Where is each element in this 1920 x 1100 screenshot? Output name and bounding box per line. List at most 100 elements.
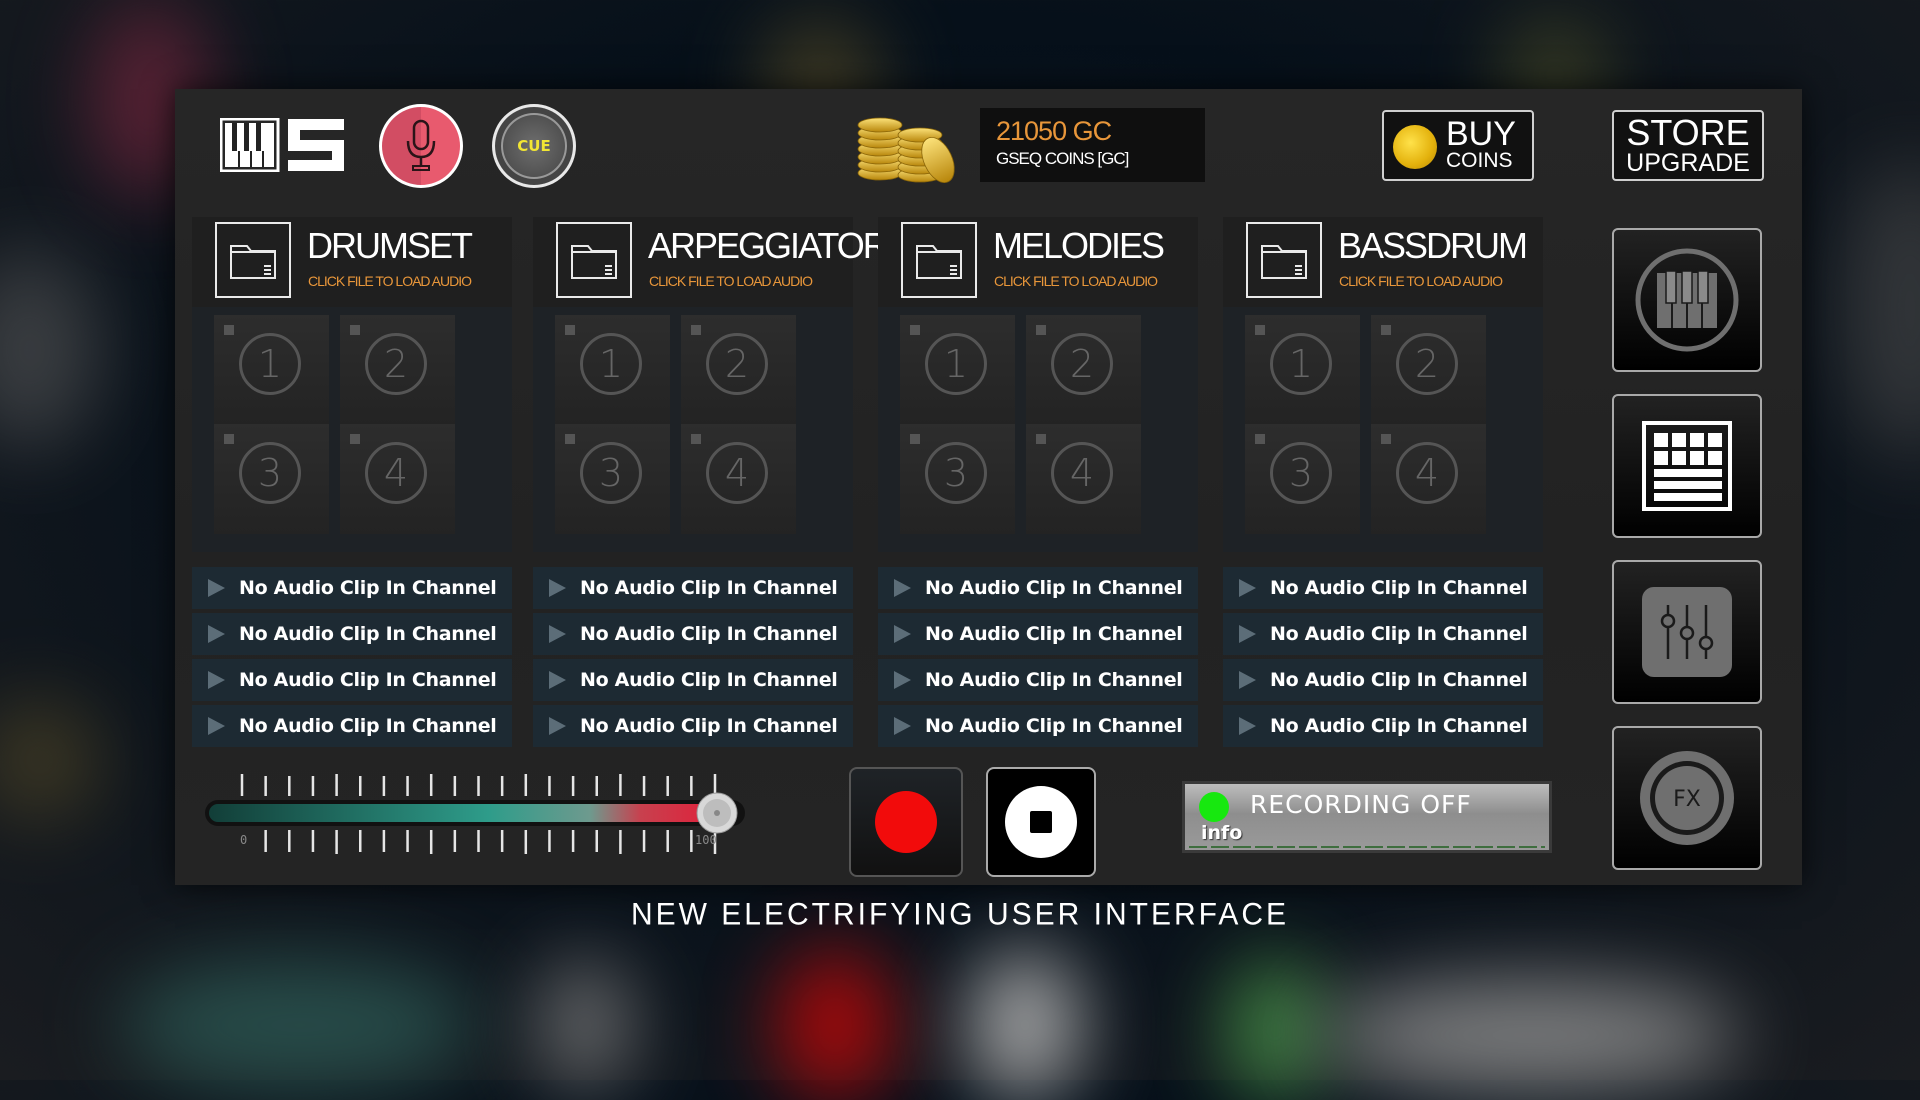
play-icon[interactable] [1239, 671, 1256, 689]
pad-3[interactable]: 3 [900, 424, 1015, 534]
load-file-button[interactable] [556, 222, 632, 298]
mixer-button[interactable] [1612, 560, 1762, 704]
pad-led [1381, 325, 1391, 335]
play-icon[interactable] [208, 579, 225, 597]
backdrop-blur-teal [120, 960, 480, 1090]
play-icon[interactable] [894, 625, 911, 643]
load-file-button[interactable] [215, 222, 291, 298]
stop-button[interactable] [986, 767, 1096, 877]
pad-number: 4 [1051, 442, 1113, 504]
pad-4[interactable]: 4 [1371, 424, 1486, 534]
play-icon[interactable] [1239, 625, 1256, 643]
clip-row[interactable]: No Audio Clip In Channel [192, 659, 512, 701]
clip-label: No Audio Clip In Channel [1270, 715, 1528, 737]
play-icon[interactable] [894, 717, 911, 735]
clip-row[interactable]: No Audio Clip In Channel [878, 705, 1198, 747]
pad-grid: 1 2 3 4 [1223, 307, 1543, 552]
clip-row[interactable]: No Audio Clip In Channel [192, 613, 512, 655]
pad-1[interactable]: 1 [1245, 315, 1360, 425]
folder-icon [1261, 245, 1307, 279]
clip-row[interactable]: No Audio Clip In Channel [1223, 705, 1543, 747]
fx-button[interactable]: FX [1612, 726, 1762, 870]
buy-coins-line1: BUY [1446, 115, 1516, 153]
backdrop-blur-grey [0, 250, 100, 450]
pad-3[interactable]: 3 [1245, 424, 1360, 534]
pad-3[interactable]: 3 [214, 424, 329, 534]
clip-row[interactable]: No Audio Clip In Channel [533, 705, 853, 747]
folder-icon [571, 245, 617, 279]
play-icon[interactable] [208, 671, 225, 689]
pad-grid: 1 2 3 4 [533, 307, 853, 552]
store-upgrade-button[interactable]: STORE UPGRADE [1612, 110, 1764, 181]
clip-label: No Audio Clip In Channel [1270, 669, 1528, 691]
pad-1[interactable]: 1 [214, 315, 329, 425]
pad-2[interactable]: 2 [681, 315, 796, 425]
clip-row[interactable]: No Audio Clip In Channel [878, 659, 1198, 701]
pad-led [350, 325, 360, 335]
pad-3[interactable]: 3 [555, 424, 670, 534]
clip-row[interactable]: No Audio Clip In Channel [533, 613, 853, 655]
pad-2[interactable]: 2 [1371, 315, 1486, 425]
buy-coins-button[interactable]: BUY COINS [1382, 110, 1534, 181]
play-icon[interactable] [208, 625, 225, 643]
pad-4[interactable]: 4 [1026, 424, 1141, 534]
pad-led [910, 434, 920, 444]
channel-drumset: DRUMSET CLICK FILE TO LOAD AUDIO 1 2 3 4… [192, 217, 512, 752]
pad-number: 1 [1270, 333, 1332, 395]
backdrop-blur-red [780, 950, 890, 1100]
clip-label: No Audio Clip In Channel [580, 577, 838, 599]
clip-row[interactable]: No Audio Clip In Channel [192, 705, 512, 747]
clip-label: No Audio Clip In Channel [239, 669, 497, 691]
clip-row[interactable]: No Audio Clip In Channel [878, 613, 1198, 655]
pad-number: 4 [1396, 442, 1458, 504]
pad-grid-button[interactable] [1612, 394, 1762, 538]
pad-1[interactable]: 1 [555, 315, 670, 425]
clip-label: No Audio Clip In Channel [1270, 623, 1528, 645]
load-file-button[interactable] [901, 222, 977, 298]
play-icon[interactable] [894, 671, 911, 689]
cue-button[interactable]: CUE [492, 104, 576, 188]
pad-number: 1 [580, 333, 642, 395]
clip-label: No Audio Clip In Channel [580, 715, 838, 737]
promo-caption: NEW ELECTRIFYING USER INTERFACE [630, 897, 1290, 932]
clip-row[interactable]: No Audio Clip In Channel [533, 659, 853, 701]
store-upgrade-line2: UPGRADE [1626, 149, 1750, 177]
play-icon[interactable] [208, 717, 225, 735]
clip-list: No Audio Clip In Channel No Audio Clip I… [878, 567, 1198, 751]
pad-1[interactable]: 1 [900, 315, 1015, 425]
channel-header: ARPEGGIATOR CLICK FILE TO LOAD AUDIO [533, 217, 889, 307]
pad-number: 2 [1051, 333, 1113, 395]
record-button[interactable] [849, 767, 963, 877]
play-icon[interactable] [549, 717, 566, 735]
play-icon[interactable] [549, 671, 566, 689]
microphone-button[interactable] [379, 104, 463, 188]
clip-row[interactable]: No Audio Clip In Channel [1223, 567, 1543, 609]
clip-row[interactable]: No Audio Clip In Channel [1223, 659, 1543, 701]
backdrop-blur-green [1230, 960, 1320, 1100]
pad-grid: 1 2 3 4 [878, 307, 1198, 552]
play-icon[interactable] [1239, 579, 1256, 597]
clip-label: No Audio Clip In Channel [925, 623, 1183, 645]
play-icon[interactable] [894, 579, 911, 597]
fx-label: FX [1673, 787, 1701, 812]
letter-s-icon [288, 119, 344, 171]
pad-2[interactable]: 2 [340, 315, 455, 425]
clip-list: No Audio Clip In Channel No Audio Clip I… [192, 567, 512, 751]
piano-logo-icon [220, 118, 280, 172]
clip-row[interactable]: No Audio Clip In Channel [1223, 613, 1543, 655]
info-label[interactable]: info [1201, 822, 1242, 844]
pad-2[interactable]: 2 [1026, 315, 1141, 425]
play-icon[interactable] [549, 579, 566, 597]
clip-row[interactable]: No Audio Clip In Channel [878, 567, 1198, 609]
volume-slider[interactable]: 0 100 [205, 770, 750, 856]
play-icon[interactable] [549, 625, 566, 643]
clip-row[interactable]: No Audio Clip In Channel [533, 567, 853, 609]
pad-4[interactable]: 4 [681, 424, 796, 534]
pad-4[interactable]: 4 [340, 424, 455, 534]
piano-button[interactable] [1612, 228, 1762, 372]
play-icon[interactable] [1239, 717, 1256, 735]
load-file-button[interactable] [1246, 222, 1322, 298]
clip-row[interactable]: No Audio Clip In Channel [192, 567, 512, 609]
coin-label: GSEQ COINS [GC] [996, 149, 1129, 168]
channel-title: MELODIES [993, 225, 1165, 266]
